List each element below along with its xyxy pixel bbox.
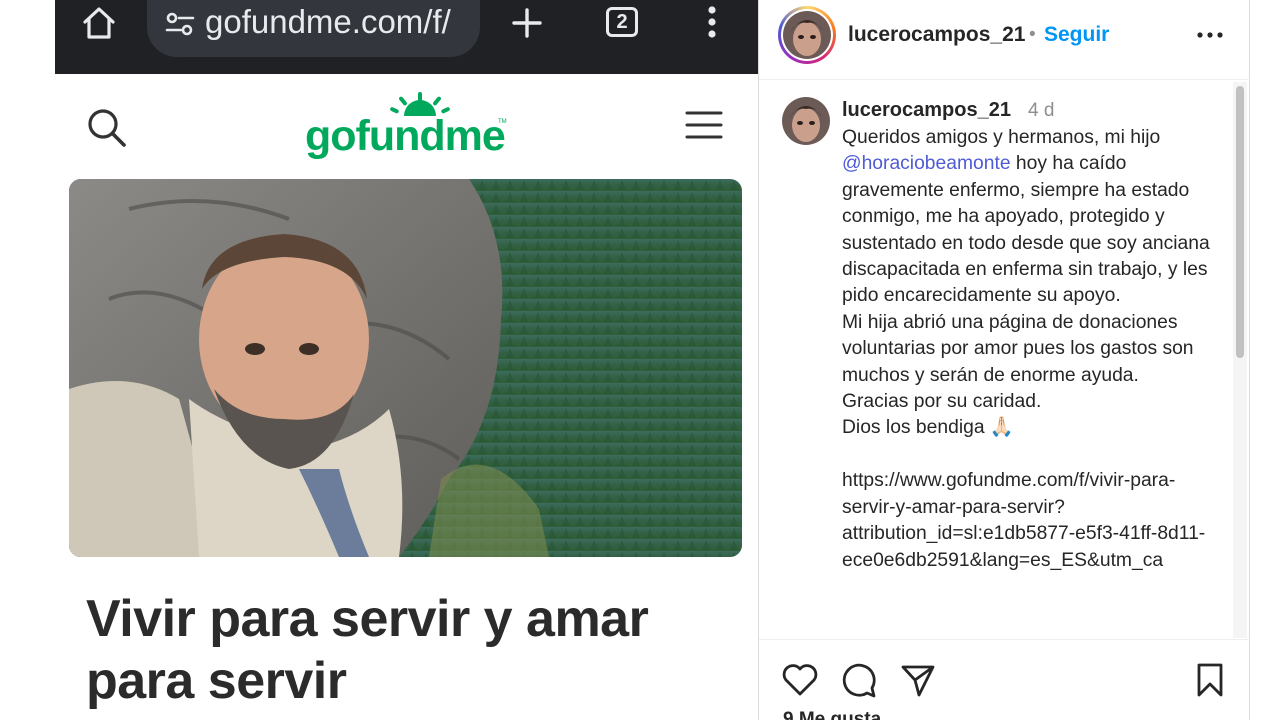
comment-icon[interactable] xyxy=(839,660,879,700)
caption-avatar[interactable] xyxy=(782,97,830,145)
avatar[interactable] xyxy=(778,6,836,64)
url-text[interactable]: gofundme.com/f/ xyxy=(205,3,477,41)
address-bar[interactable]: gofundme.com/f/ xyxy=(147,0,480,57)
follow-button[interactable]: Seguir xyxy=(1044,23,1109,47)
gofundme-logo[interactable]: gofundme TM xyxy=(305,92,525,166)
search-icon[interactable] xyxy=(85,106,129,150)
mobile-browser-screenshot: gofundme.com/f/ 2 gofundme TM Vivir para… xyxy=(55,0,758,720)
post-actions: 9 Me gusta xyxy=(759,639,1251,720)
home-icon[interactable] xyxy=(77,4,121,42)
more-options-icon[interactable] xyxy=(1195,25,1225,45)
site-settings-icon[interactable] xyxy=(165,11,195,37)
caption-scrollbar[interactable] xyxy=(1233,82,1247,638)
post-timestamp[interactable]: 4 d xyxy=(1028,100,1054,122)
gofundme-trademark: TM xyxy=(498,119,507,125)
caption-text-start: Queridos amigos y hermanos, mi hijo xyxy=(842,127,1161,148)
instagram-post-panel: lucerocampos_21 • Seguir lucerocampos_21… xyxy=(758,0,1251,720)
post-header: lucerocampos_21 • Seguir xyxy=(759,0,1251,80)
tabs-icon[interactable]: 2 xyxy=(606,7,638,37)
caption-text: Queridos amigos y hermanos, mi hijo @hor… xyxy=(842,125,1222,574)
scrollbar-thumb[interactable] xyxy=(1236,86,1244,358)
hamburger-menu-icon[interactable] xyxy=(685,110,723,140)
menu-dots-icon[interactable] xyxy=(700,3,724,41)
caption-username[interactable]: lucerocampos_21 xyxy=(842,99,1011,122)
separator-dot: • xyxy=(1029,24,1036,45)
bookmark-icon[interactable] xyxy=(1190,660,1230,700)
caption-section: lucerocampos_21 4 d Queridos amigos y he… xyxy=(759,81,1229,639)
campaign-title: Vivir para servir y amar para servir xyxy=(86,590,649,710)
likes-count[interactable]: 9 Me gusta xyxy=(783,709,881,720)
campaign-photo xyxy=(69,179,742,557)
caption-text-rest: hoy ha caído gravemente enfermo, siempre… xyxy=(842,153,1210,571)
post-username[interactable]: lucerocampos_21 xyxy=(848,23,1025,47)
gofundme-wordmark: gofundme xyxy=(305,112,506,160)
gofundme-header: gofundme TM xyxy=(55,74,758,178)
heart-icon[interactable] xyxy=(780,660,820,700)
mention-link[interactable]: @horaciobeamonte xyxy=(842,153,1011,174)
share-icon[interactable] xyxy=(898,660,938,700)
browser-toolbar: gofundme.com/f/ 2 xyxy=(55,0,758,74)
new-tab-icon[interactable] xyxy=(507,4,547,42)
